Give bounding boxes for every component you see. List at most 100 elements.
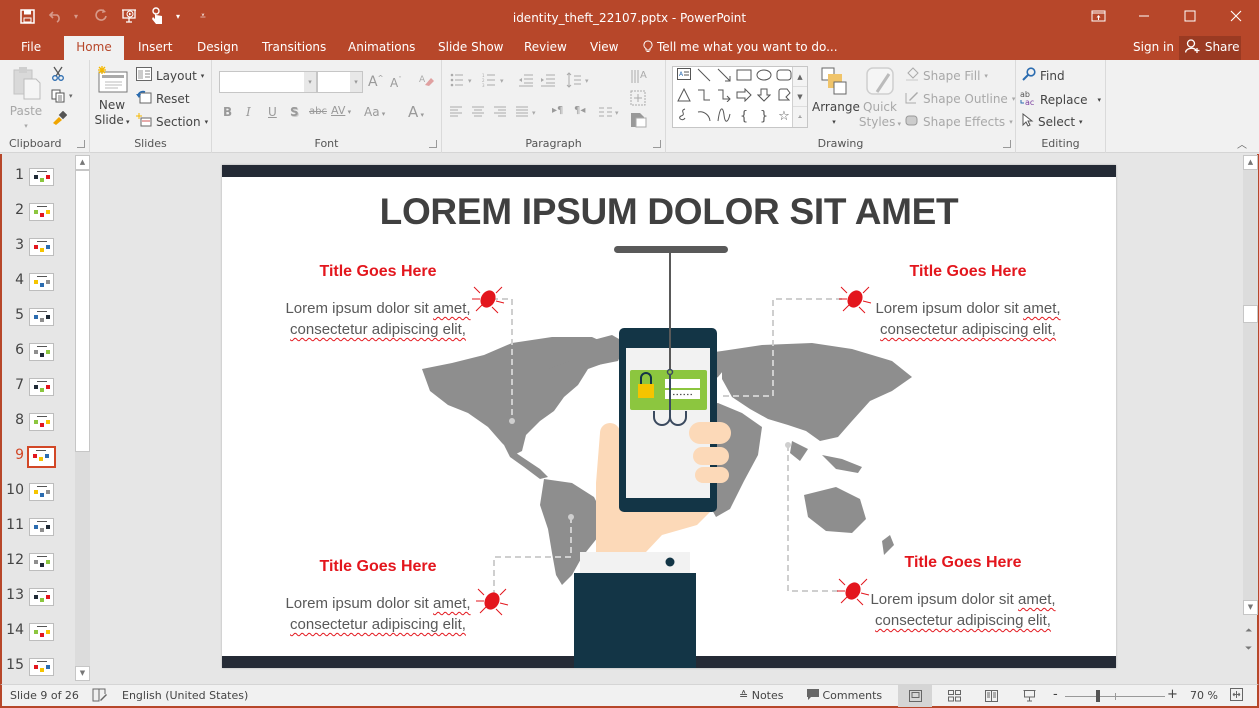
slide-thumbnail-15[interactable]: 15 bbox=[2, 655, 76, 679]
editor-scroll-down-icon[interactable]: ▼ bbox=[1243, 600, 1258, 615]
convert-to-smartart-icon[interactable] bbox=[630, 112, 654, 131]
slide-thumbnail-image[interactable] bbox=[29, 553, 54, 571]
spell-check-icon[interactable] bbox=[92, 688, 108, 705]
tab-slide-show[interactable]: Slide Show bbox=[428, 36, 513, 60]
tab-transitions[interactable]: Transitions bbox=[252, 36, 336, 60]
shape-fill-button[interactable]: Shape Fill ▾ bbox=[905, 67, 988, 84]
align-text-icon[interactable] bbox=[630, 90, 654, 109]
thumbnails-scroll-up-icon[interactable]: ▲ bbox=[75, 155, 90, 170]
callout-title-top-left[interactable]: Title Goes Here bbox=[268, 263, 488, 281]
thumbnails-scroll-thumb[interactable] bbox=[75, 170, 90, 452]
shadow-button[interactable]: S bbox=[290, 105, 299, 119]
change-case-button[interactable]: Aa ▾ bbox=[364, 105, 385, 119]
text-box-shape-icon[interactable]: A bbox=[675, 68, 693, 86]
new-slide-button[interactable]: New Slide ▾ bbox=[92, 66, 132, 130]
curve-shape-icon[interactable] bbox=[715, 108, 733, 126]
justify-icon[interactable]: ▾ bbox=[515, 106, 541, 121]
grow-font-button[interactable]: A^ bbox=[368, 74, 383, 90]
thumbnails-scrollbar[interactable]: ▲ ▼ bbox=[75, 155, 90, 681]
slide-thumbnail-image[interactable] bbox=[29, 343, 54, 361]
fit-slide-to-window-icon[interactable] bbox=[1230, 688, 1243, 704]
format-painter-icon[interactable] bbox=[51, 111, 67, 125]
align-center-icon[interactable] bbox=[471, 106, 485, 121]
ribbon-display-options-icon[interactable] bbox=[1075, 0, 1121, 32]
slide-thumbnail-1[interactable]: 1 bbox=[2, 165, 76, 189]
oval-shape-icon[interactable] bbox=[755, 68, 773, 86]
character-spacing-button[interactable]: AV ▾ bbox=[331, 104, 351, 117]
zoom-slider-thumb[interactable] bbox=[1096, 690, 1101, 702]
slide-thumbnail-7[interactable]: 7 bbox=[2, 375, 76, 399]
close-icon[interactable] bbox=[1213, 0, 1259, 32]
quick-styles-button[interactable]: Quick Styles ▾ bbox=[858, 66, 902, 132]
elbow-connector-shape-icon[interactable] bbox=[695, 88, 713, 106]
underline-button[interactable]: U bbox=[268, 105, 277, 119]
triangle-shape-icon[interactable] bbox=[675, 87, 693, 106]
collapse-ribbon-icon[interactable]: ︿ bbox=[1237, 136, 1247, 151]
font-name-dropdown-icon[interactable]: ▾ bbox=[304, 72, 316, 92]
slide-thumbnail-image[interactable] bbox=[29, 168, 54, 186]
scribble-shape-icon[interactable] bbox=[675, 108, 693, 126]
tell-me-box[interactable]: Tell me what you want to do... bbox=[643, 36, 838, 60]
editor-scroll-thumb[interactable] bbox=[1243, 305, 1258, 323]
share-button[interactable]: Share bbox=[1179, 36, 1241, 60]
minimize-icon[interactable] bbox=[1121, 0, 1167, 32]
gallery-scroll-down-icon[interactable]: ▼ bbox=[793, 87, 807, 107]
callout-title-bottom-left[interactable]: Title Goes Here bbox=[268, 558, 488, 576]
slide-thumbnail-5[interactable]: 5 bbox=[2, 305, 76, 329]
shapes-gallery[interactable]: A { } ☆ ▲ ▼ ⩡ bbox=[672, 66, 808, 128]
slide-thumbnail-8[interactable]: 8 bbox=[2, 410, 76, 434]
freeform-shape-icon[interactable] bbox=[775, 88, 793, 106]
increase-indent-icon[interactable] bbox=[540, 73, 556, 90]
slide-thumbnail-10[interactable]: 10 bbox=[2, 480, 76, 504]
gallery-more-icon[interactable]: ⩡ bbox=[793, 107, 807, 127]
select-button[interactable]: Select ▾ bbox=[1022, 112, 1083, 130]
language-indicator[interactable]: English (United States) bbox=[122, 689, 248, 702]
drawing-dialog-launcher[interactable] bbox=[1003, 140, 1011, 148]
slide-thumbnail-4[interactable]: 4 bbox=[2, 270, 76, 294]
next-slide-icon[interactable]: ⏷ bbox=[1245, 644, 1252, 654]
find-button[interactable]: Find bbox=[1022, 67, 1065, 84]
arrange-button[interactable]: Arrange ▾ bbox=[812, 66, 860, 130]
callout-body-top-right[interactable]: Lorem ipsum dolor sit amet, consectetur … bbox=[848, 298, 1088, 340]
slide-thumbnail-image[interactable] bbox=[29, 273, 54, 291]
strikethrough-button[interactable]: abc bbox=[309, 106, 327, 117]
slide-thumbnail-12[interactable]: 12 bbox=[2, 550, 76, 574]
shape-effects-button[interactable]: Shape Effects ▾ bbox=[905, 113, 1013, 130]
callout-title-top-right[interactable]: Title Goes Here bbox=[858, 263, 1078, 281]
decrease-indent-icon[interactable] bbox=[518, 73, 534, 90]
slide-thumbnail-image[interactable] bbox=[29, 308, 54, 326]
slide-thumbnail-9[interactable]: 9 bbox=[2, 445, 76, 469]
zoom-level[interactable]: 70 % bbox=[1190, 689, 1218, 702]
shape-outline-button[interactable]: Shape Outline ▾ bbox=[905, 90, 1015, 107]
columns-icon[interactable]: ▾ bbox=[598, 106, 624, 121]
rectangle-shape-icon[interactable] bbox=[735, 68, 753, 86]
slide-thumbnail-14[interactable]: 14 bbox=[2, 620, 76, 644]
font-size-dropdown-icon[interactable]: ▾ bbox=[350, 72, 362, 92]
comments-button[interactable]: Comments bbox=[807, 689, 882, 702]
slide-show-view-icon[interactable] bbox=[1012, 685, 1046, 707]
slide-thumbnail-image[interactable] bbox=[29, 238, 54, 256]
down-arrow-shape-icon[interactable] bbox=[755, 88, 773, 106]
zoom-out-button[interactable]: - bbox=[1053, 687, 1058, 702]
star-shape-icon[interactable]: ☆ bbox=[775, 108, 793, 126]
reset-button[interactable]: Reset bbox=[136, 90, 190, 107]
slide-thumbnail-image[interactable] bbox=[27, 446, 56, 468]
italic-button[interactable]: I bbox=[246, 105, 251, 119]
tab-file[interactable]: File bbox=[11, 36, 51, 60]
previous-slide-icon[interactable]: ⏶ bbox=[1245, 626, 1252, 636]
line-shape-icon[interactable] bbox=[695, 68, 713, 86]
rtl-icon[interactable]: ¶◂ bbox=[574, 105, 585, 116]
left-brace-shape-icon[interactable]: { bbox=[735, 108, 753, 126]
arc-shape-icon[interactable] bbox=[695, 108, 713, 126]
editor-scroll-track[interactable]: ▲ ▼ bbox=[1243, 155, 1258, 615]
editor-scroll-up-icon[interactable]: ▲ bbox=[1243, 155, 1258, 170]
cut-icon[interactable] bbox=[51, 66, 65, 81]
thumbnails-scroll-down-icon[interactable]: ▼ bbox=[75, 666, 90, 681]
right-brace-shape-icon[interactable]: } bbox=[755, 108, 773, 126]
slide-thumbnail-image[interactable] bbox=[29, 658, 54, 676]
slide-thumbnail-2[interactable]: 2 bbox=[2, 200, 76, 224]
slide-sorter-icon[interactable] bbox=[937, 685, 971, 707]
slide-canvas[interactable]: LOREM IPSUM DOLOR SIT AMET Title Goes He… bbox=[222, 165, 1116, 668]
reading-view-icon[interactable] bbox=[974, 685, 1008, 707]
slide-thumbnail-image[interactable] bbox=[29, 518, 54, 536]
